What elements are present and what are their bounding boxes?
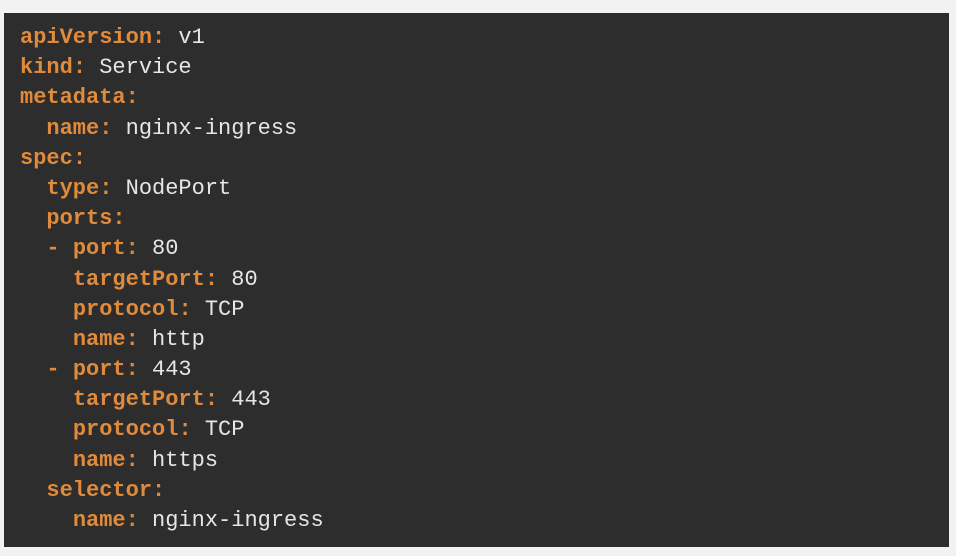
- yaml-key: name: [72, 447, 126, 473]
- code-line: - port: 80: [20, 234, 949, 264]
- yaml-code-block: apiVersion: v1 kind: Service metadata: n…: [4, 13, 949, 547]
- code-line: spec:: [20, 144, 949, 174]
- yaml-key: selector: [46, 477, 153, 503]
- yaml-value: 80: [138, 236, 179, 262]
- page-frame: apiVersion: v1 kind: Service metadata: n…: [0, 0, 956, 556]
- yaml-colon: :: [125, 236, 139, 262]
- code-line: - port: 443: [20, 355, 949, 385]
- yaml-key: metadata: [20, 85, 126, 111]
- yaml-colon: :: [204, 266, 219, 292]
- yaml-value: https: [138, 447, 219, 473]
- yaml-key: port: [72, 357, 126, 383]
- code-line: protocol: TCP: [20, 295, 949, 325]
- yaml-key: name: [72, 508, 126, 533]
- yaml-value: NodePort: [112, 175, 232, 201]
- yaml-colon: :: [152, 25, 166, 50]
- yaml-colon: :: [99, 115, 113, 141]
- yaml-key: targetPort: [72, 387, 205, 413]
- yaml-colon: :: [178, 296, 192, 322]
- yaml-key: port: [72, 236, 126, 262]
- yaml-key: protocol: [72, 296, 179, 322]
- list-dash: -: [46, 357, 73, 383]
- code-line: name: nginx-ingress: [20, 506, 949, 536]
- code-line: targetPort: 80: [20, 265, 949, 295]
- code-line: type: NodePort: [20, 174, 949, 204]
- yaml-key: ports: [46, 206, 113, 232]
- yaml-colon: :: [125, 508, 139, 533]
- yaml-key: kind: [20, 55, 73, 81]
- yaml-colon: :: [72, 145, 87, 171]
- code-line: protocol: TCP: [20, 415, 949, 445]
- list-dash: -: [46, 236, 73, 262]
- yaml-key: apiVersion: [20, 25, 153, 50]
- yaml-colon: :: [72, 55, 87, 81]
- yaml-colon: :: [112, 206, 126, 232]
- code-line: name: https: [20, 446, 949, 476]
- yaml-value: nginx-ingress: [112, 115, 298, 141]
- yaml-key: targetPort: [72, 266, 205, 292]
- yaml-colon: :: [125, 357, 139, 383]
- yaml-colon: :: [204, 387, 219, 413]
- yaml-value: 80: [218, 266, 258, 292]
- code-line: selector:: [20, 476, 949, 506]
- yaml-value: TCP: [191, 296, 245, 322]
- yaml-key: protocol: [72, 417, 179, 443]
- yaml-value: v1: [165, 25, 205, 50]
- yaml-key: spec: [20, 145, 73, 171]
- yaml-colon: :: [152, 477, 166, 503]
- yaml-key: type: [46, 175, 100, 201]
- yaml-value: TCP: [191, 417, 245, 443]
- yaml-colon: :: [125, 447, 139, 473]
- yaml-colon: :: [99, 175, 113, 201]
- yaml-key: name: [46, 115, 100, 141]
- code-line: name: http: [20, 325, 949, 355]
- yaml-value: Service: [86, 55, 192, 81]
- code-line: metadata:: [20, 83, 949, 113]
- code-line: apiVersion: v1: [20, 23, 949, 53]
- yaml-colon: :: [178, 417, 192, 443]
- yaml-value: 443: [218, 387, 271, 413]
- yaml-colon: :: [125, 85, 139, 111]
- yaml-colon: :: [125, 326, 139, 352]
- code-line: name: nginx-ingress: [20, 114, 949, 144]
- yaml-value: http: [138, 326, 205, 352]
- code-line: kind: Service: [20, 53, 949, 83]
- yaml-value: nginx-ingress: [138, 508, 324, 533]
- yaml-value: 443: [138, 357, 192, 383]
- code-line: ports:: [20, 204, 949, 234]
- yaml-key: name: [72, 326, 126, 352]
- code-line: targetPort: 443: [20, 385, 949, 415]
